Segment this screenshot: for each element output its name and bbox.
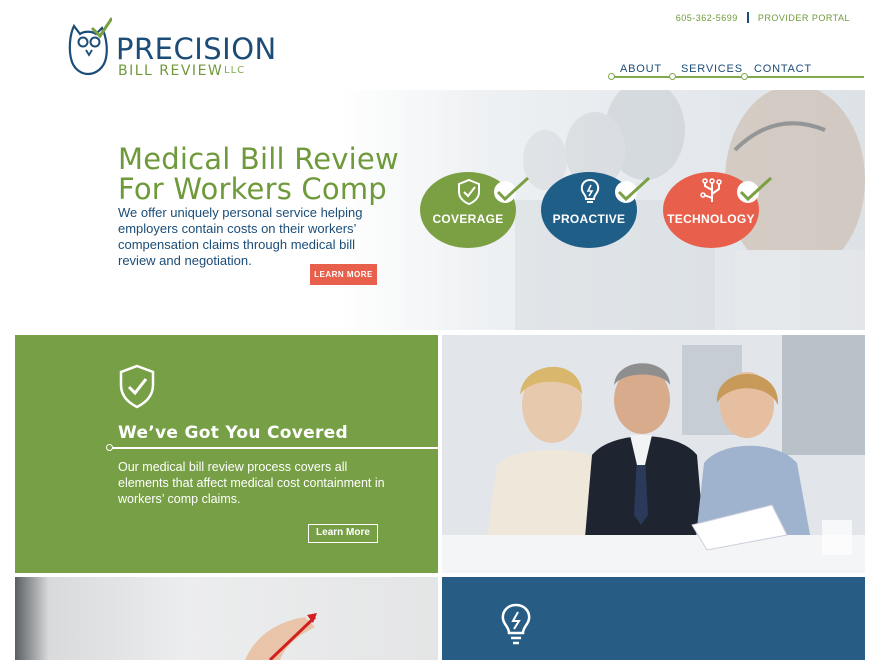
hero-title-line1: Medical Bill Review [118,142,399,176]
nav-contact[interactable]: CONTACT [754,63,812,75]
covered-title: We’ve Got You Covered [118,423,348,443]
page: PRECISION BILL REVIEW LLC 605-362-5699 P… [0,0,880,660]
nav-dot [608,73,615,80]
shield-check-icon [458,178,480,206]
site-logo[interactable]: PRECISION BILL REVIEW LLC [66,16,286,80]
covered-panel: We’ve Got You Covered Our medical bill r… [15,335,438,573]
brand-name: PRECISION [116,32,277,66]
brand-subname: BILL REVIEW [118,63,224,79]
covered-body: Our medical bill review process covers a… [118,460,385,506]
utility-links: 605-362-5699 PROVIDER PORTAL [676,12,850,23]
main-nav: ABOUT SERVICES CONTACT [608,62,864,80]
circuit-icon [700,178,722,202]
hero-title-line2: For Workers Comp [118,172,387,206]
lightbulb-icon [580,178,600,203]
growth-photo [15,577,438,660]
phone-link[interactable]: 605-362-5699 [676,13,738,23]
business-meeting-photo [442,335,865,573]
nav-services[interactable]: SERVICES [681,63,743,75]
title-rule [110,447,438,449]
nav-line [610,76,864,78]
nav-about[interactable]: ABOUT [620,63,662,75]
hero-learn-more-button[interactable]: LEARN MORE [310,264,377,285]
coverage-badge[interactable]: COVERAGE [420,172,530,248]
divider [746,12,749,23]
technology-badge[interactable]: TECHNOLOGY [663,172,773,248]
checkmark-icon [615,176,651,203]
meeting-photo-art [442,335,865,573]
nav-dot [669,73,676,80]
provider-portal-link[interactable]: PROVIDER PORTAL [758,13,850,23]
covered-learn-more-button[interactable]: Learn More [308,524,378,543]
growth-photo-art [245,613,317,660]
proactive-badge[interactable]: PROACTIVE [541,172,651,248]
owl-logo-icon [68,17,112,76]
proactive-label: PROACTIVE [552,212,626,226]
checkmark-icon [494,176,530,203]
brand-suffix: LLC [224,65,246,76]
hero-banner: Medical Bill Review For Workers Comp We … [15,90,865,330]
checkmark-icon [737,176,773,203]
proactive-panel [442,577,865,660]
technology-label: TECHNOLOGY [667,212,755,226]
hero-title: Medical Bill Review For Workers Comp [118,144,399,204]
lightbulb-icon [501,603,531,645]
rule-dot [106,444,113,451]
shield-check-icon [119,364,155,409]
hero-lead: We offer uniquely personal service helpi… [118,205,363,268]
coverage-label: COVERAGE [432,212,504,226]
